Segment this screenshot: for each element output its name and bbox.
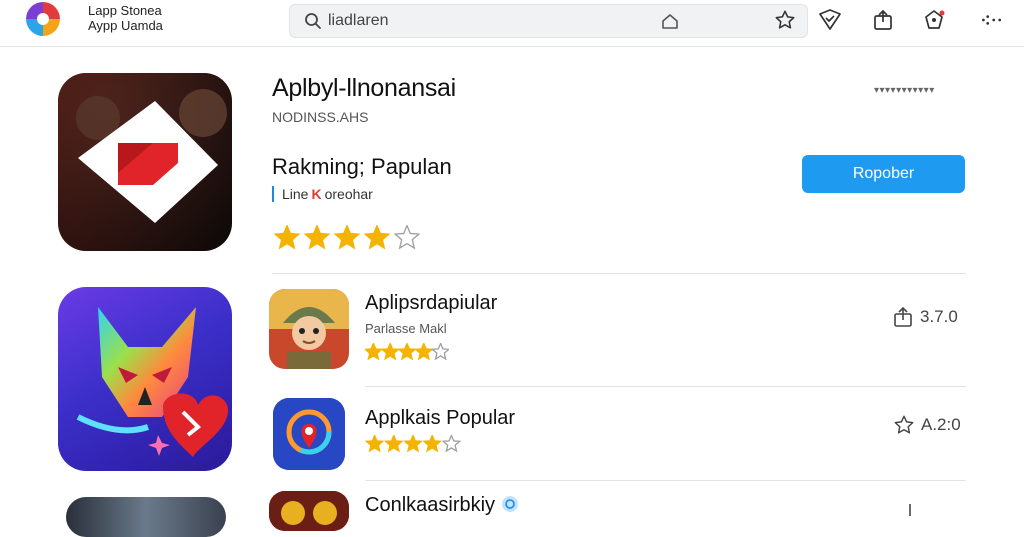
top-bar: Lapp Stonea Aypp Uamda (0, 0, 1024, 47)
star-filled-icon (363, 225, 391, 250)
mask-app-icon[interactable] (58, 287, 232, 471)
category-marker (272, 186, 274, 202)
brand-tagline: Aypp Uamda (88, 18, 163, 33)
list-item-3-title[interactable]: Conlkaasirbkiy (365, 494, 519, 517)
star-filled-icon (422, 435, 443, 453)
list-item-1-icon[interactable] (269, 289, 349, 369)
star-filled-icon (333, 225, 361, 250)
divider (272, 273, 966, 274)
star-filled-icon (403, 435, 423, 453)
star-filled-icon (273, 225, 301, 250)
list-item-1-rating (365, 343, 449, 361)
star-filled-icon (383, 435, 404, 453)
divider (365, 386, 966, 387)
share-icon (894, 306, 912, 327)
third-app-icon[interactable] (66, 497, 226, 537)
soldier-character-icon (269, 289, 349, 369)
search-bar[interactable] (289, 4, 808, 38)
featured-app-ranking: Rakming; Papulan (272, 154, 452, 179)
category-k-mark: K (311, 186, 322, 202)
list-item-1-action[interactable]: 3.7.0 (892, 306, 958, 328)
arrow-icon (909, 504, 911, 516)
star-outline-icon (894, 415, 914, 434)
list-item-1-title[interactable]: Aplipsrdapiular (365, 292, 497, 315)
app-store-logo[interactable] (26, 2, 60, 36)
notifications-icon[interactable] (922, 8, 946, 32)
divider (365, 480, 966, 481)
list-item-2-value: A.2:0 (921, 415, 961, 434)
featured-app-meta: ▾▾▾▾▾▾▾▾▾▾▾ (874, 85, 935, 96)
star-empty-icon (441, 435, 461, 453)
more-menu-icon[interactable] (980, 8, 1004, 32)
list-item-3-icon[interactable] (269, 491, 349, 531)
location-pin-icon (273, 398, 345, 470)
star-filled-icon (365, 343, 384, 361)
featured-app-icon[interactable] (58, 73, 232, 251)
list-item-2-action[interactable]: A.2:0 (893, 414, 961, 436)
featured-app-rating (273, 225, 421, 250)
video-play-icon (76, 89, 227, 223)
star-filled-icon (413, 343, 434, 361)
home-icon[interactable] (660, 11, 680, 31)
star-empty-icon (393, 225, 421, 250)
search-input[interactable] (328, 5, 628, 37)
brand-name: Lapp Stonea (88, 3, 162, 18)
verified-badge-icon (501, 496, 518, 512)
shield-check-icon[interactable] (818, 8, 842, 32)
featured-app-category: Line K oreohar (272, 186, 373, 202)
list-item-2-rating (365, 435, 461, 453)
share-icon[interactable] (871, 8, 895, 32)
list-item-1-subtitle: Parlasse Makl (365, 321, 447, 336)
list-item-3-title-text: Conlkaasirbkiy (365, 494, 496, 516)
star-filled-icon (365, 435, 385, 453)
mask-artwork-icon (76, 307, 229, 457)
featured-app-developer: NODINSS.AHS (272, 109, 369, 125)
category-value: oreohar (324, 186, 373, 202)
get-app-button[interactable]: Ropober (802, 155, 965, 193)
search-icon (305, 13, 321, 29)
list-item-3-action[interactable] (900, 500, 920, 520)
featured-app-title: Aplbyl-llnonansai (272, 74, 456, 102)
star-empty-icon (430, 343, 449, 361)
coins-icon (269, 491, 349, 531)
category-label: Line (282, 186, 309, 202)
star-filled-icon (303, 225, 331, 250)
list-item-1-value: 3.7.0 (920, 307, 958, 326)
list-item-2-title[interactable]: Applkais Popular (365, 407, 515, 430)
star-filled-icon (380, 343, 401, 361)
list-item-2-icon[interactable] (273, 398, 345, 470)
favorite-star-icon[interactable] (773, 8, 797, 32)
star-filled-icon (397, 343, 417, 361)
